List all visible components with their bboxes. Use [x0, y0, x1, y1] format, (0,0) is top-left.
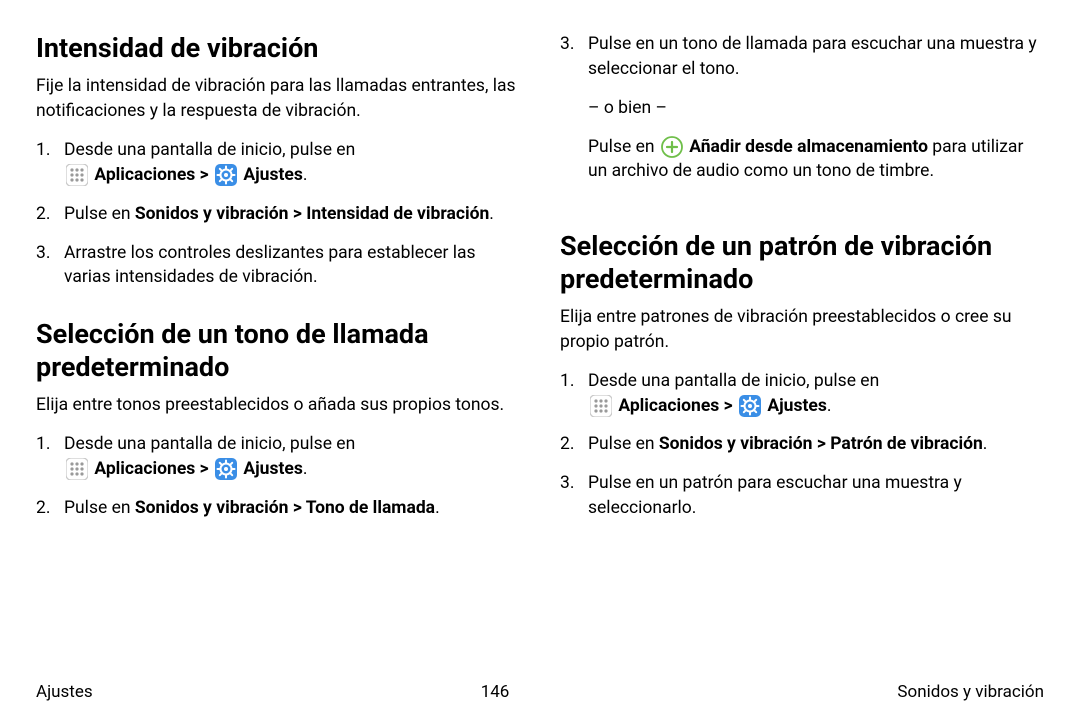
plus-icon	[661, 136, 683, 158]
intro-vibration-pattern: Elija entre patrones de vibración preest…	[560, 305, 1044, 355]
page-body: Intensidad de vibración Fije la intensid…	[0, 0, 1080, 720]
intro-ringtone: Elija entre tonos preestablecidos o añad…	[36, 393, 520, 418]
apps-label: Aplicaciones	[94, 459, 195, 479]
step-text: Pulse en	[588, 434, 659, 454]
apps-icon	[590, 395, 612, 417]
period: .	[827, 396, 832, 416]
steps-ringtone: Desde una pantalla de inicio, pulse en A…	[36, 432, 520, 535]
page-footer: Ajustes 146 Sonidos y vibración	[36, 682, 1044, 702]
footer-left: Ajustes	[36, 682, 93, 702]
separator: >	[195, 459, 213, 479]
list-item: Desde una pantalla de inicio, pulse en A…	[36, 432, 520, 482]
period: .	[303, 165, 308, 185]
bold-path: Sonidos y vibración > Tono de llamada	[135, 498, 435, 518]
or-divider: – o bien –	[560, 96, 1044, 121]
bold-path: Sonidos y vibración > Patrón de vibració…	[659, 434, 983, 454]
apps-label: Aplicaciones	[94, 165, 195, 185]
ajustes-label: Ajustes	[243, 459, 302, 479]
gear-icon	[215, 458, 237, 480]
list-item: Arrastre los controles deslizantes para …	[36, 241, 520, 291]
left-column: Intensidad de vibración Fije la intensid…	[36, 32, 520, 660]
list-item: Pulse en Sonidos y vibración > Tono de l…	[36, 496, 520, 521]
apps-icon	[66, 458, 88, 480]
period: .	[435, 498, 440, 518]
list-item: Pulse en Sonidos y vibración > Patrón de…	[560, 432, 1044, 457]
apps-icon	[66, 164, 88, 186]
step-text: Desde una pantalla de inicio, pulse en	[64, 140, 355, 160]
right-column: Pulse en un tono de llamada para escucha…	[560, 32, 1044, 660]
intro-intensity: Fije la intensidad de vibración para las…	[36, 74, 520, 124]
gear-icon	[215, 164, 237, 186]
separator: >	[719, 396, 737, 416]
apps-label: Aplicaciones	[618, 396, 719, 416]
separator: >	[195, 165, 213, 185]
heading-ringtone: Selección de un tono de llamada predeter…	[36, 318, 520, 383]
gear-icon	[739, 395, 761, 417]
steps-intensity: Desde una pantalla de inicio, pulse en A…	[36, 138, 520, 304]
heading-intensity: Intensidad de vibración	[36, 32, 520, 64]
list-item: Pulse en un tono de llamada para escucha…	[560, 32, 1044, 82]
step-text: Desde una pantalla de inicio, pulse en	[588, 371, 879, 391]
footer-page-number: 146	[481, 682, 510, 702]
period: .	[489, 204, 494, 224]
bold-path: Sonidos y vibración > Intensidad de vibr…	[135, 204, 489, 224]
list-item: Desde una pantalla de inicio, pulse en A…	[36, 138, 520, 188]
list-item: Desde una pantalla de inicio, pulse en A…	[560, 369, 1044, 419]
ajustes-label: Ajustes	[767, 396, 826, 416]
step-text: Pulse en	[588, 137, 659, 157]
steps-vibration-pattern: Desde una pantalla de inicio, pulse en A…	[560, 369, 1044, 535]
step-text: Desde una pantalla de inicio, pulse en	[64, 434, 355, 454]
add-storage-label: Añadir desde almacenamiento	[689, 137, 928, 157]
step-text: Pulse en	[64, 204, 135, 224]
list-item: Pulse en Sonidos y vibración > Intensida…	[36, 202, 520, 227]
list-item: Pulse en un patrón para escuchar una mue…	[560, 471, 1044, 521]
step-text: Pulse en	[64, 498, 135, 518]
period: .	[303, 459, 308, 479]
footer-right: Sonidos y vibración	[897, 682, 1044, 702]
alt-step: Pulse en Añadir desde almacenamiento par…	[560, 135, 1044, 185]
steps-ringtone-cont: Pulse en un tono de llamada para escucha…	[560, 32, 1044, 96]
heading-vibration-pattern: Selección de un patrón de vibración pred…	[560, 230, 1044, 295]
ajustes-label: Ajustes	[243, 165, 302, 185]
period: .	[983, 434, 988, 454]
